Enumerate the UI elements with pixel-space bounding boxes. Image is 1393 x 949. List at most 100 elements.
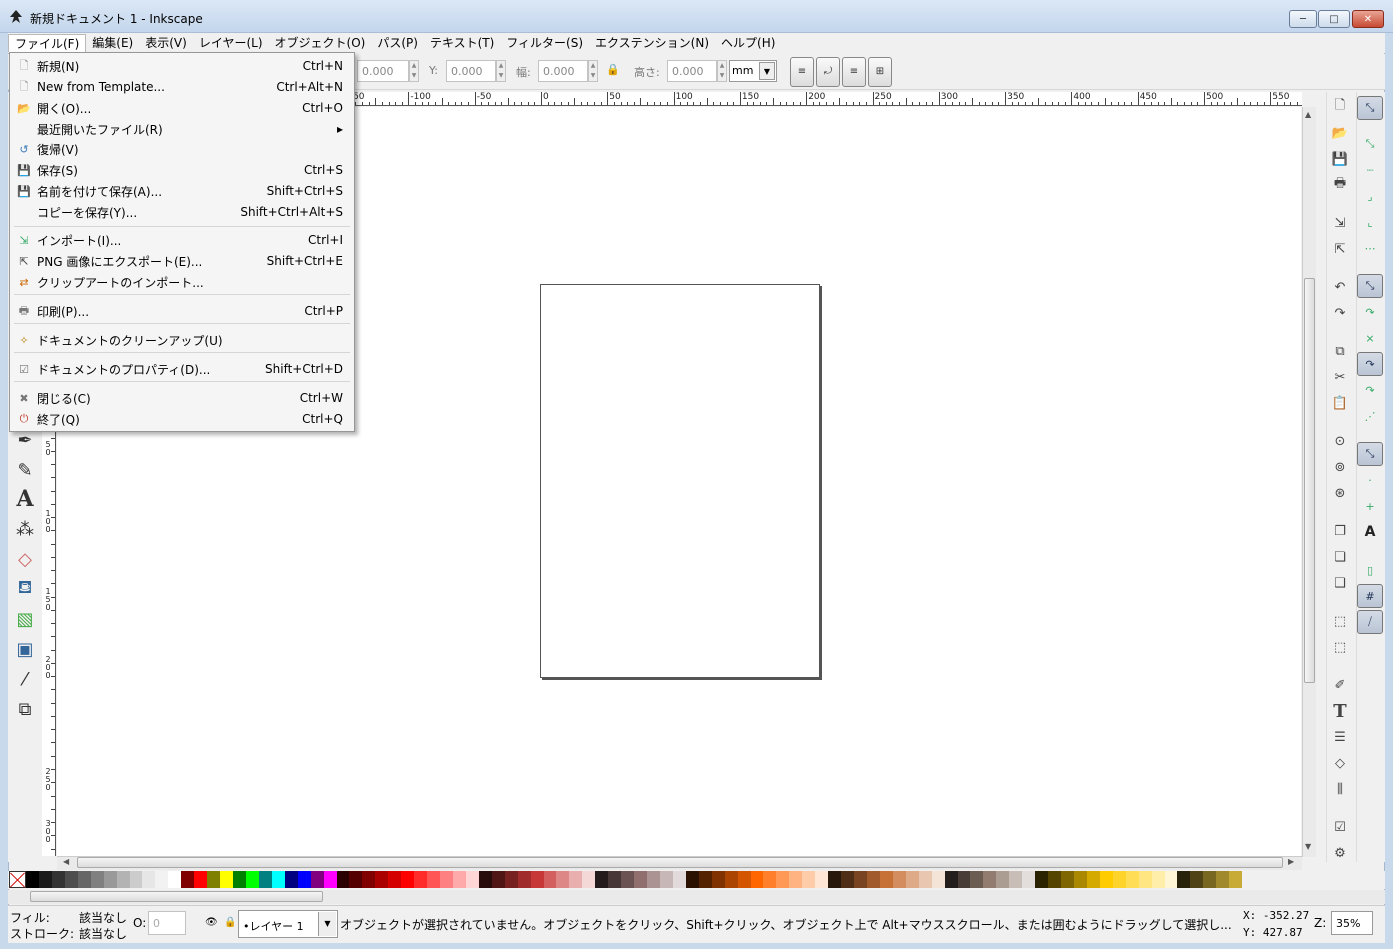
color-swatch[interactable]	[672, 871, 686, 888]
color-swatch[interactable]	[414, 871, 428, 888]
color-swatch[interactable]	[854, 871, 867, 888]
snap-intersection-icon[interactable]: ⨯	[1357, 326, 1383, 350]
maximize-button[interactable]: □	[1318, 10, 1350, 28]
menu-view[interactable]: 表示(V)	[139, 34, 193, 52]
file-menu-item[interactable]: 🗋 新規(N) Ctrl+N	[10, 56, 352, 76]
color-swatch[interactable]	[931, 871, 945, 888]
snap-smooth-icon[interactable]: ↷	[1357, 378, 1383, 402]
new-icon[interactable]: 🗋	[1328, 96, 1352, 118]
connector-tool-icon[interactable]: ⧉	[11, 695, 39, 723]
redo-icon[interactable]: ↷	[1328, 302, 1352, 324]
color-swatch[interactable]	[1138, 871, 1152, 888]
group-icon[interactable]: ⬚	[1328, 610, 1352, 632]
color-swatch[interactable]	[530, 871, 544, 888]
text-tool-icon[interactable]: A	[11, 485, 39, 513]
lock-icon[interactable]: 🔒	[606, 63, 620, 76]
color-swatch[interactable]	[77, 871, 91, 888]
color-swatch[interactable]	[478, 871, 492, 888]
color-swatch[interactable]	[1035, 871, 1049, 888]
scroll-right-icon[interactable]: ▶	[1288, 857, 1294, 866]
menu-file[interactable]: ファイル(F)	[8, 34, 87, 52]
snap-bbox-edge-icon[interactable]: ┈	[1357, 158, 1383, 182]
text-font-icon[interactable]: T	[1328, 700, 1352, 722]
color-swatch[interactable]	[38, 871, 52, 888]
color-swatch[interactable]	[879, 871, 893, 888]
save-icon[interactable]: 💾	[1328, 148, 1352, 170]
color-swatch[interactable]	[970, 871, 984, 888]
fill-value[interactable]: 該当なし	[79, 909, 127, 926]
snap-bbox-midpoint-icon[interactable]: ⌞	[1357, 210, 1383, 234]
transform-gradients-toggle[interactable]: ≡	[842, 57, 866, 87]
unlink-clone-icon[interactable]: ❑	[1328, 572, 1352, 594]
color-swatch[interactable]	[892, 871, 906, 888]
color-swatch[interactable]	[297, 871, 311, 888]
snap-cusp-icon[interactable]: ↷	[1357, 352, 1383, 376]
color-swatch[interactable]	[634, 871, 647, 888]
color-swatch[interactable]	[1022, 871, 1036, 888]
file-menu-item[interactable]: ⇱ PNG 画像にエクスポート(E)... Shift+Ctrl+E	[10, 251, 352, 271]
x-spinbox[interactable]: 0.000	[357, 60, 409, 82]
color-swatch[interactable]	[866, 871, 880, 888]
scale-stroke-toggle[interactable]: ≡	[790, 57, 814, 87]
snap-nodes-icon[interactable]: ⤡	[1357, 274, 1383, 298]
color-swatch[interactable]	[258, 871, 272, 888]
pen-tool-icon[interactable]: ✎	[11, 456, 39, 484]
color-swatch[interactable]	[427, 871, 440, 888]
color-swatch[interactable]	[1203, 871, 1217, 888]
color-swatch[interactable]	[116, 871, 130, 888]
snap-midpoint-icon[interactable]: ⋰	[1357, 404, 1383, 428]
file-menu-item[interactable]: ✧ ドキュメントのクリーンアップ(U)	[10, 330, 352, 350]
scroll-down-icon[interactable]: ▼	[1305, 842, 1311, 851]
color-swatch[interactable]	[543, 871, 557, 888]
preferences-icon[interactable]: ⚙	[1328, 842, 1352, 864]
color-swatch[interactable]	[233, 871, 246, 888]
minimize-button[interactable]: ─	[1289, 10, 1317, 28]
vertical-scroll-thumb[interactable]	[1304, 278, 1315, 683]
color-swatch[interactable]	[1086, 871, 1100, 888]
file-menu-item[interactable]: コピーを保存(Y)... Shift+Ctrl+Alt+S	[10, 202, 352, 222]
snap-others-icon[interactable]: ⤡	[1357, 442, 1383, 466]
menu-text[interactable]: テキスト(T)	[424, 34, 500, 52]
file-menu-item[interactable]: ⇲ インポート(I)... Ctrl+I	[10, 230, 352, 250]
cut-icon[interactable]: ✂	[1328, 366, 1352, 388]
color-swatch[interactable]	[336, 871, 350, 888]
file-menu-item[interactable]: 🗋 New from Template... Ctrl+Alt+N	[10, 77, 352, 97]
width-spin-arrows[interactable]: ▲ ▼	[588, 60, 598, 82]
color-swatch[interactable]	[1151, 871, 1165, 888]
color-swatch[interactable]	[26, 871, 39, 888]
color-swatch[interactable]	[401, 871, 415, 888]
stroke-value[interactable]: 該当なし	[79, 925, 127, 942]
color-swatch[interactable]	[996, 871, 1010, 888]
color-swatch[interactable]	[582, 871, 596, 888]
snap-grid-icon[interactable]: #	[1357, 584, 1383, 608]
document-page[interactable]	[540, 284, 820, 678]
color-swatch[interactable]	[1112, 871, 1126, 888]
width-spinbox[interactable]: 0.000	[538, 60, 588, 82]
layers-icon[interactable]: ☰	[1328, 726, 1352, 748]
menu-filter[interactable]: フィルター(S)	[500, 34, 589, 52]
undo-icon[interactable]: ↶	[1328, 276, 1352, 298]
menu-help[interactable]: ヘルプ(H)	[715, 34, 781, 52]
color-swatch[interactable]	[737, 871, 751, 888]
color-swatch[interactable]	[724, 871, 738, 888]
gradient-tool-icon[interactable]: ▧	[11, 605, 39, 633]
color-swatch[interactable]	[776, 871, 790, 888]
spray-tool-icon[interactable]: ⁂	[11, 515, 39, 543]
color-swatch[interactable]	[698, 871, 712, 888]
file-menu-item[interactable]: 📂 開く(O)... Ctrl+O	[10, 98, 352, 118]
snap-text-baseline-icon[interactable]: A	[1357, 520, 1383, 544]
scale-corners-toggle[interactable]: ⤾	[816, 57, 840, 87]
layer-lock-icon[interactable]: 🔒	[224, 917, 236, 928]
color-swatch[interactable]	[168, 871, 182, 888]
duplicate-icon[interactable]: ❐	[1328, 520, 1352, 542]
document-props-icon[interactable]: ☑	[1328, 816, 1352, 838]
color-swatch[interactable]	[388, 871, 402, 888]
color-swatch[interactable]	[64, 871, 78, 888]
color-swatch[interactable]	[194, 871, 208, 888]
snap-center-icon[interactable]: ·	[1357, 468, 1383, 492]
color-swatch[interactable]	[1229, 871, 1243, 888]
eye-icon[interactable]: 👁	[205, 917, 218, 928]
color-swatch[interactable]	[556, 871, 570, 888]
file-menu-item[interactable]: ⇄ クリップアートのインポート...	[10, 272, 352, 292]
color-swatch[interactable]	[207, 871, 221, 888]
